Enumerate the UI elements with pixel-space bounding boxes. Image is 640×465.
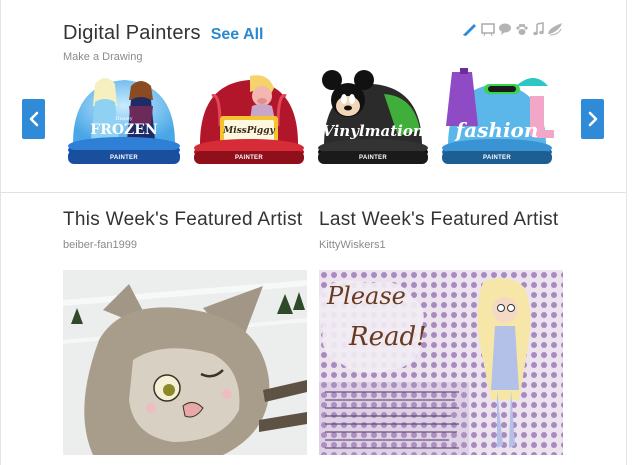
painter-label: PAINTER [110,155,138,161]
miss-piggy-logo-text: MissPiggy [223,126,275,136]
page-border-left [0,0,1,465]
chevron-left-icon [29,111,38,127]
painter-label: PAINTER [235,155,263,161]
category-icons [462,22,563,36]
carousel-prev-button[interactable] [22,99,45,139]
canvas-icon[interactable] [481,22,495,36]
section-divider [1,192,626,193]
painters-carousel: FROZEN Disney PAINTER MissPiggy PAINTER [62,66,562,170]
pencil-icon[interactable] [462,22,478,36]
painter-label: PAINTER [483,155,511,161]
this-week-featured-title: This Week's Featured Artist [63,209,303,230]
frozen-painter-card[interactable]: FROZEN Disney PAINTER [65,66,183,170]
music-note-icon[interactable] [532,22,544,36]
carousel-next-button[interactable] [581,99,604,139]
wing-icon[interactable] [547,22,563,36]
speech-bubble-icon[interactable] [498,22,512,36]
digital-painters-header: Digital Painters See All [63,22,263,50]
fashion-painter-card[interactable]: fashion PAINTER [438,66,556,170]
last-week-artist-link[interactable]: KittyWiskers1 [319,239,386,251]
this-week-artwork[interactable] [63,270,307,455]
disney-logo-text: Disney [115,116,133,122]
miss-piggy-painter-card[interactable]: MissPiggy PAINTER [190,66,308,170]
fashion-logo-text: fashion [455,118,539,142]
last-week-featured-title: Last Week's Featured Artist [319,209,559,230]
cat-artwork-image [63,270,307,455]
page-border-right [626,0,627,465]
see-all-link[interactable]: See All [211,26,264,44]
frozen-logo-text: FROZEN [90,122,158,138]
section-subtitle: Make a Drawing [63,51,143,63]
vinylmation-painter-card[interactable]: Vinylmation PAINTER [314,66,432,170]
chevron-right-icon [588,111,597,127]
painter-label: PAINTER [359,155,387,161]
this-week-artist-link[interactable]: beiber-fan1999 [63,239,137,251]
section-title: Digital Painters [63,22,201,44]
read-text: Read! [349,322,427,352]
vinylmation-logo-text: Vinylmation [322,122,424,140]
last-week-artwork[interactable]: Please Read! [319,270,563,455]
paw-icon[interactable] [515,22,529,36]
please-text: Please [327,282,406,310]
